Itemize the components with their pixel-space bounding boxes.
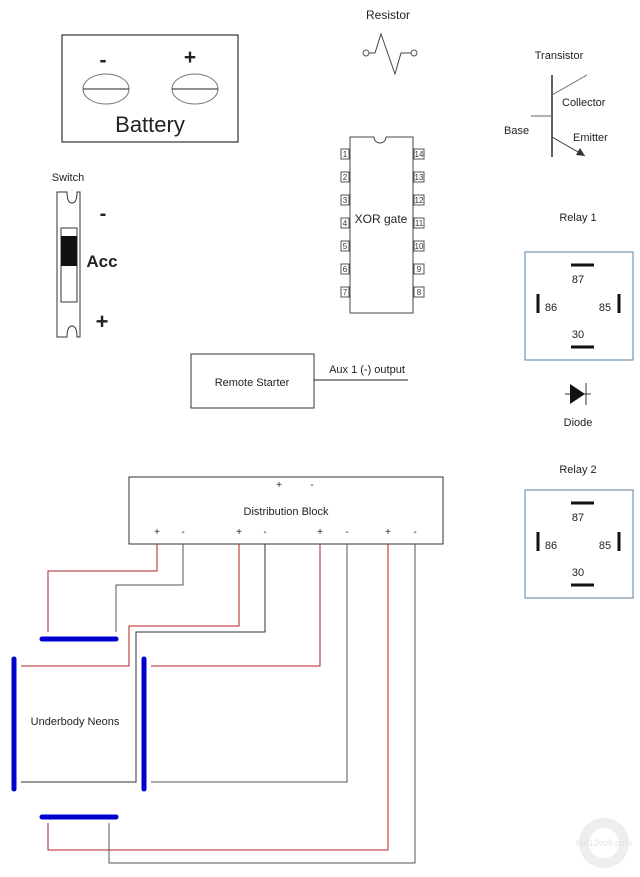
- relay-2: Relay 2 87 86 85 30: [524, 464, 634, 599]
- wire-neg-bottom-neon: [108, 544, 416, 864]
- xor-pin-right: 11: [415, 219, 424, 228]
- battery-label: Battery: [115, 112, 185, 137]
- battery: - + Battery: [61, 34, 239, 143]
- relay1-86: 86: [545, 302, 557, 314]
- distribution-block: + - Distribution Block + - + - + - + -: [128, 476, 444, 545]
- relay2-box: [524, 489, 634, 599]
- dist-terminal-neg: -: [345, 527, 348, 538]
- xor-pin-left: 7: [343, 288, 348, 297]
- wiring-diagram: - + Battery Resistor Transistor Collecto…: [11, 8, 634, 868]
- remote-starter-label: Remote Starter: [215, 377, 290, 389]
- remote-starter: Remote Starter Aux 1 (-) output: [190, 353, 408, 409]
- switch-slider[interactable]: [61, 236, 77, 266]
- dist-terminal-neg: -: [413, 527, 416, 538]
- collector-label: Collector: [562, 97, 606, 109]
- emitter-label: Emitter: [573, 132, 608, 144]
- aux1-output-label: Aux 1 (-) output: [329, 364, 405, 376]
- neons-label: Underbody Neons: [31, 716, 120, 728]
- xor-pin-left: 6: [343, 265, 348, 274]
- transistor-label: Transistor: [535, 50, 584, 62]
- resistor: Resistor: [362, 8, 418, 76]
- relay2-30: 30: [572, 567, 584, 579]
- resistor-terminal-right: [410, 49, 418, 57]
- xor-gate-chip: XOR gate 1234567141312111098: [340, 136, 425, 314]
- dist-label: Distribution Block: [244, 506, 329, 518]
- xor-pin-right: 9: [417, 265, 422, 274]
- xor-label: XOR gate: [355, 212, 408, 226]
- dist-terminal-pos: +: [317, 527, 323, 538]
- transistor-collector-line: [551, 74, 588, 96]
- wire-pos-bottom-neon: [47, 544, 389, 851]
- xor-pin-right: 10: [415, 242, 424, 251]
- wire-neg-top-neon: [115, 544, 184, 632]
- dist-top-pos: +: [276, 480, 282, 491]
- xor-pin-right: 8: [417, 288, 422, 297]
- relay2-85: 85: [599, 540, 611, 552]
- watermark-text: the12volt.com: [576, 838, 632, 848]
- relay2-label: Relay 2: [559, 464, 596, 476]
- diode-label: Diode: [564, 417, 593, 429]
- relay1-box: [524, 251, 634, 361]
- switch-pos-label: +: [96, 309, 109, 334]
- relay1-30: 30: [572, 329, 584, 341]
- switch-neg-label: -: [100, 203, 107, 225]
- dist-terminal-neg: -: [263, 527, 266, 538]
- dist-terminal-neg: -: [181, 527, 184, 538]
- diode: Diode: [564, 383, 593, 429]
- relay2-87: 87: [572, 512, 584, 524]
- dist-terminal-pos: +: [385, 527, 391, 538]
- resistor-label: Resistor: [366, 8, 410, 22]
- relay1-85: 85: [599, 302, 611, 314]
- resistor-zigzag: [369, 32, 411, 76]
- xor-pin-left: 2: [343, 173, 348, 182]
- dist-terminal-pos: +: [236, 527, 242, 538]
- base-label: Base: [504, 125, 529, 137]
- switch: Switch - Acc +: [52, 172, 118, 338]
- xor-pin-left: 4: [343, 219, 348, 228]
- resistor-terminal-left: [362, 49, 370, 57]
- transistor: Transistor Collector Base Emitter: [504, 50, 608, 157]
- xor-pin-left: 3: [343, 196, 348, 205]
- diode-icon: [570, 384, 585, 404]
- dist-terminal-pos: +: [154, 527, 160, 538]
- switch-acc-label: Acc: [86, 252, 117, 271]
- relay2-86: 86: [545, 540, 557, 552]
- xor-pin-right: 13: [415, 173, 424, 182]
- dist-top-neg: -: [310, 480, 313, 491]
- relay1-label: Relay 1: [559, 212, 596, 224]
- watermark: the12volt.com: [576, 818, 632, 868]
- wire-pos-left-neon: [21, 544, 240, 667]
- wire-neg-right-neon: [151, 544, 348, 783]
- battery-pos-label: +: [184, 46, 196, 69]
- xor-pin-right: 14: [415, 150, 424, 159]
- switch-label: Switch: [52, 172, 84, 184]
- xor-pin-right: 12: [415, 196, 424, 205]
- xor-pin-left: 5: [343, 242, 348, 251]
- wire-pos-right-neon: [151, 544, 321, 667]
- battery-neg-label: -: [100, 49, 107, 72]
- xor-pin-left: 1: [343, 150, 348, 159]
- wire-pos-top-neon: [47, 544, 158, 632]
- relay-1: Relay 1 87 86 85 30: [524, 212, 634, 361]
- relay1-87: 87: [572, 274, 584, 286]
